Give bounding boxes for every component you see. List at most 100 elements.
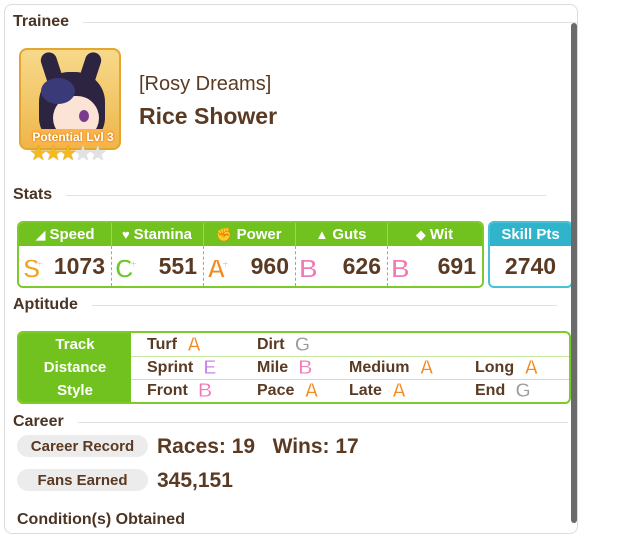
- flame-icon: ▲: [315, 227, 329, 242]
- career-record-label: Career Record: [17, 435, 148, 457]
- aptitude-late: Late A: [349, 379, 407, 402]
- stat-value: 691: [437, 252, 476, 279]
- grade-badge: A: [391, 379, 407, 402]
- grade-badge: B: [299, 250, 319, 283]
- trainee-details-panel: Trainee Potential Lvl 3 ★★★★★ [Rosy Drea…: [4, 4, 578, 534]
- stat-header: ◆ Wit: [387, 223, 482, 246]
- stat-label: Wit: [429, 226, 454, 243]
- stat-label: Speed: [49, 226, 95, 243]
- grade-badge: B: [391, 250, 411, 283]
- aptitude-name: Late: [349, 381, 382, 399]
- stat-power: ✊ Power A+ 960: [203, 223, 295, 286]
- skill-points-value: 2740: [504, 252, 557, 279]
- grade-letter: B: [299, 253, 319, 284]
- stat-label: Guts: [332, 226, 367, 243]
- section-aptitude: Aptitude: [13, 296, 557, 314]
- aptitude-row-track: Track Turf A Dirt G: [19, 333, 569, 356]
- grade-badge: A: [524, 356, 539, 379]
- star-icon: ★: [58, 142, 78, 165]
- aptitude-row-style: Style Front B Pace A Late A End G: [19, 379, 569, 402]
- divider: [66, 194, 547, 196]
- career-record-value: Races: 19 Wins: 17: [157, 435, 359, 458]
- section-career-label: Career: [13, 413, 64, 430]
- aptitude-name: Medium: [349, 358, 410, 376]
- section-trainee: Trainee: [13, 13, 577, 31]
- stat-label: Power: [236, 226, 282, 243]
- stat-value-row: C+ 551: [111, 246, 203, 286]
- aptitude-name: End: [475, 381, 506, 399]
- aptitude-sprint: Sprint E: [147, 356, 217, 379]
- stat-label: Stamina: [133, 226, 193, 243]
- trainee-epithet: [Rosy Dreams]: [139, 73, 272, 95]
- fans-earned-label: Fans Earned: [17, 469, 148, 491]
- stat-value: 960: [250, 252, 289, 279]
- grade-badge: G: [294, 333, 311, 356]
- stat-header: ♥ Stamina: [111, 223, 203, 246]
- grade-badge: B: [298, 356, 313, 379]
- aptitude-mile: Mile B: [257, 356, 313, 379]
- star-icon: ★: [73, 142, 92, 165]
- aptitude-row-distance: Distance Sprint E Mile B Medium A Long A: [19, 356, 569, 379]
- aptitude-table: Track Turf A Dirt G Distance Sprint E Mile B Mediu…: [17, 331, 571, 404]
- aptitude-turf: Turf A: [147, 333, 202, 356]
- row-divider: [131, 379, 569, 380]
- section-stats: Stats: [13, 186, 547, 204]
- stat-header: ✊ Power: [203, 223, 295, 246]
- header-divider: [203, 223, 204, 246]
- stat-value-row: B 626: [295, 246, 387, 286]
- aptitude-row-label: Distance: [19, 356, 131, 379]
- aptitude-medium: Medium A: [349, 356, 434, 379]
- grade-plus: +: [129, 256, 137, 271]
- stat-guts: ▲ Guts B 626: [295, 223, 387, 286]
- shoe-icon: ◢: [35, 226, 46, 242]
- grade-badge: S+: [22, 250, 43, 283]
- stat-value: 626: [342, 252, 381, 279]
- section-stats-label: Stats: [13, 186, 53, 203]
- grade-badge: A+: [207, 250, 230, 283]
- grade-plus: +: [221, 256, 229, 271]
- stat-value: 1073: [53, 252, 105, 279]
- section-conditions-label: Condition(s) Obtained: [17, 511, 185, 528]
- aptitude-dirt: Dirt G: [257, 333, 311, 356]
- aptitude-row-label: Style: [19, 379, 131, 402]
- scrollbar[interactable]: [571, 23, 577, 523]
- grade-letter: B: [391, 253, 411, 284]
- aptitude-name: Pace: [257, 381, 295, 399]
- stat-stamina: ♥ Stamina C+ 551: [111, 223, 203, 286]
- stat-value-row: A+ 960: [203, 246, 295, 286]
- skill-points-box: Skill Pts 2740: [488, 221, 573, 288]
- grade-badge: B: [197, 379, 213, 402]
- column-divider: [203, 246, 204, 286]
- divider: [83, 21, 577, 23]
- grade-badge: G: [515, 379, 532, 402]
- trainee-name: Rice Shower: [139, 103, 278, 129]
- column-divider: [295, 246, 296, 286]
- aptitude-name: Turf: [147, 335, 177, 353]
- arm-icon: ✊: [216, 226, 233, 242]
- grade-badge: E: [203, 356, 217, 379]
- star-icon: ★: [29, 142, 48, 165]
- hat: [41, 78, 75, 104]
- section-trainee-label: Trainee: [13, 13, 70, 30]
- header-divider: [111, 223, 112, 246]
- stat-header: ◢ Speed: [19, 223, 111, 246]
- eye: [79, 110, 89, 122]
- aptitude-name: Long: [475, 358, 515, 376]
- stat-value-row: S+ 1073: [19, 246, 111, 286]
- aptitude-name: Sprint: [147, 358, 194, 376]
- aptitude-name: Front: [147, 381, 188, 399]
- column-divider: [387, 246, 388, 286]
- row-divider: [131, 356, 569, 357]
- stat-value: 551: [158, 252, 197, 279]
- grade-badge: C+: [115, 250, 138, 283]
- aptitude-front: Front B: [147, 379, 213, 402]
- heart-icon: ♥: [121, 227, 130, 242]
- star-icon: ★: [43, 142, 63, 165]
- divider: [77, 421, 568, 423]
- stat-wit: ◆ Wit B 691: [387, 223, 482, 286]
- grad-cap-icon: ◆: [415, 226, 426, 242]
- grade-badge: A: [419, 356, 434, 379]
- aptitude-end: End G: [475, 379, 531, 402]
- stat-speed: ◢ Speed S+ 1073: [19, 223, 111, 286]
- aptitude-name: Mile: [257, 358, 289, 376]
